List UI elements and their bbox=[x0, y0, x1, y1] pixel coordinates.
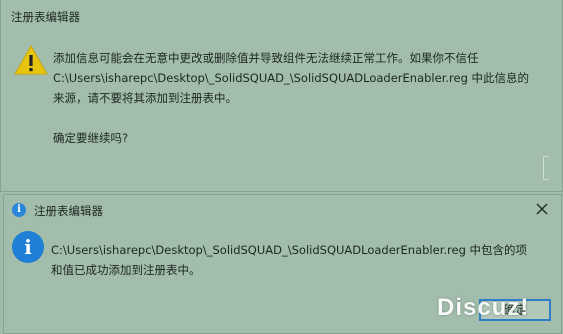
warning-message-line: C:\Users\isharepc\Desktop\_SolidSQUAD_\S… bbox=[53, 71, 530, 85]
warning-dialog-title: 注册表编辑器 bbox=[11, 10, 80, 24]
scrollbar-stub[interactable] bbox=[543, 156, 549, 180]
info-message-line: C:\Users\isharepc\Desktop\_SolidSQUAD_\S… bbox=[51, 243, 528, 257]
close-button[interactable] bbox=[533, 200, 551, 218]
info-message-line: 和值已成功添加到注册表中。 bbox=[51, 263, 201, 277]
info-title-icon: i bbox=[12, 203, 26, 217]
warning-question: 确定要继续吗? bbox=[53, 131, 129, 145]
watermark-logo: Discuz! bbox=[437, 294, 530, 321]
warning-dialog-titlebar[interactable]: 注册表编辑器 bbox=[1, 0, 562, 30]
warning-message-line: 添加信息可能会在无意中更改或删除值并导致组件无法继续正常工作。如果你不信任 bbox=[53, 51, 479, 65]
info-icon: i bbox=[12, 231, 44, 263]
info-dialog-titlebar[interactable]: i 注册表编辑器 bbox=[4, 195, 561, 225]
warning-message: 添加信息可能会在无意中更改或删除值并导致组件无法继续正常工作。如果你不信任 C:… bbox=[53, 48, 529, 148]
warning-icon bbox=[13, 44, 49, 76]
close-icon bbox=[536, 203, 548, 215]
message-spacer bbox=[53, 108, 529, 128]
warning-message-line: 来源，请不要将其添加到注册表中。 bbox=[53, 91, 237, 105]
info-dialog-title: 注册表编辑器 bbox=[34, 204, 103, 218]
info-message: C:\Users\isharepc\Desktop\_SolidSQUAD_\S… bbox=[51, 240, 527, 280]
